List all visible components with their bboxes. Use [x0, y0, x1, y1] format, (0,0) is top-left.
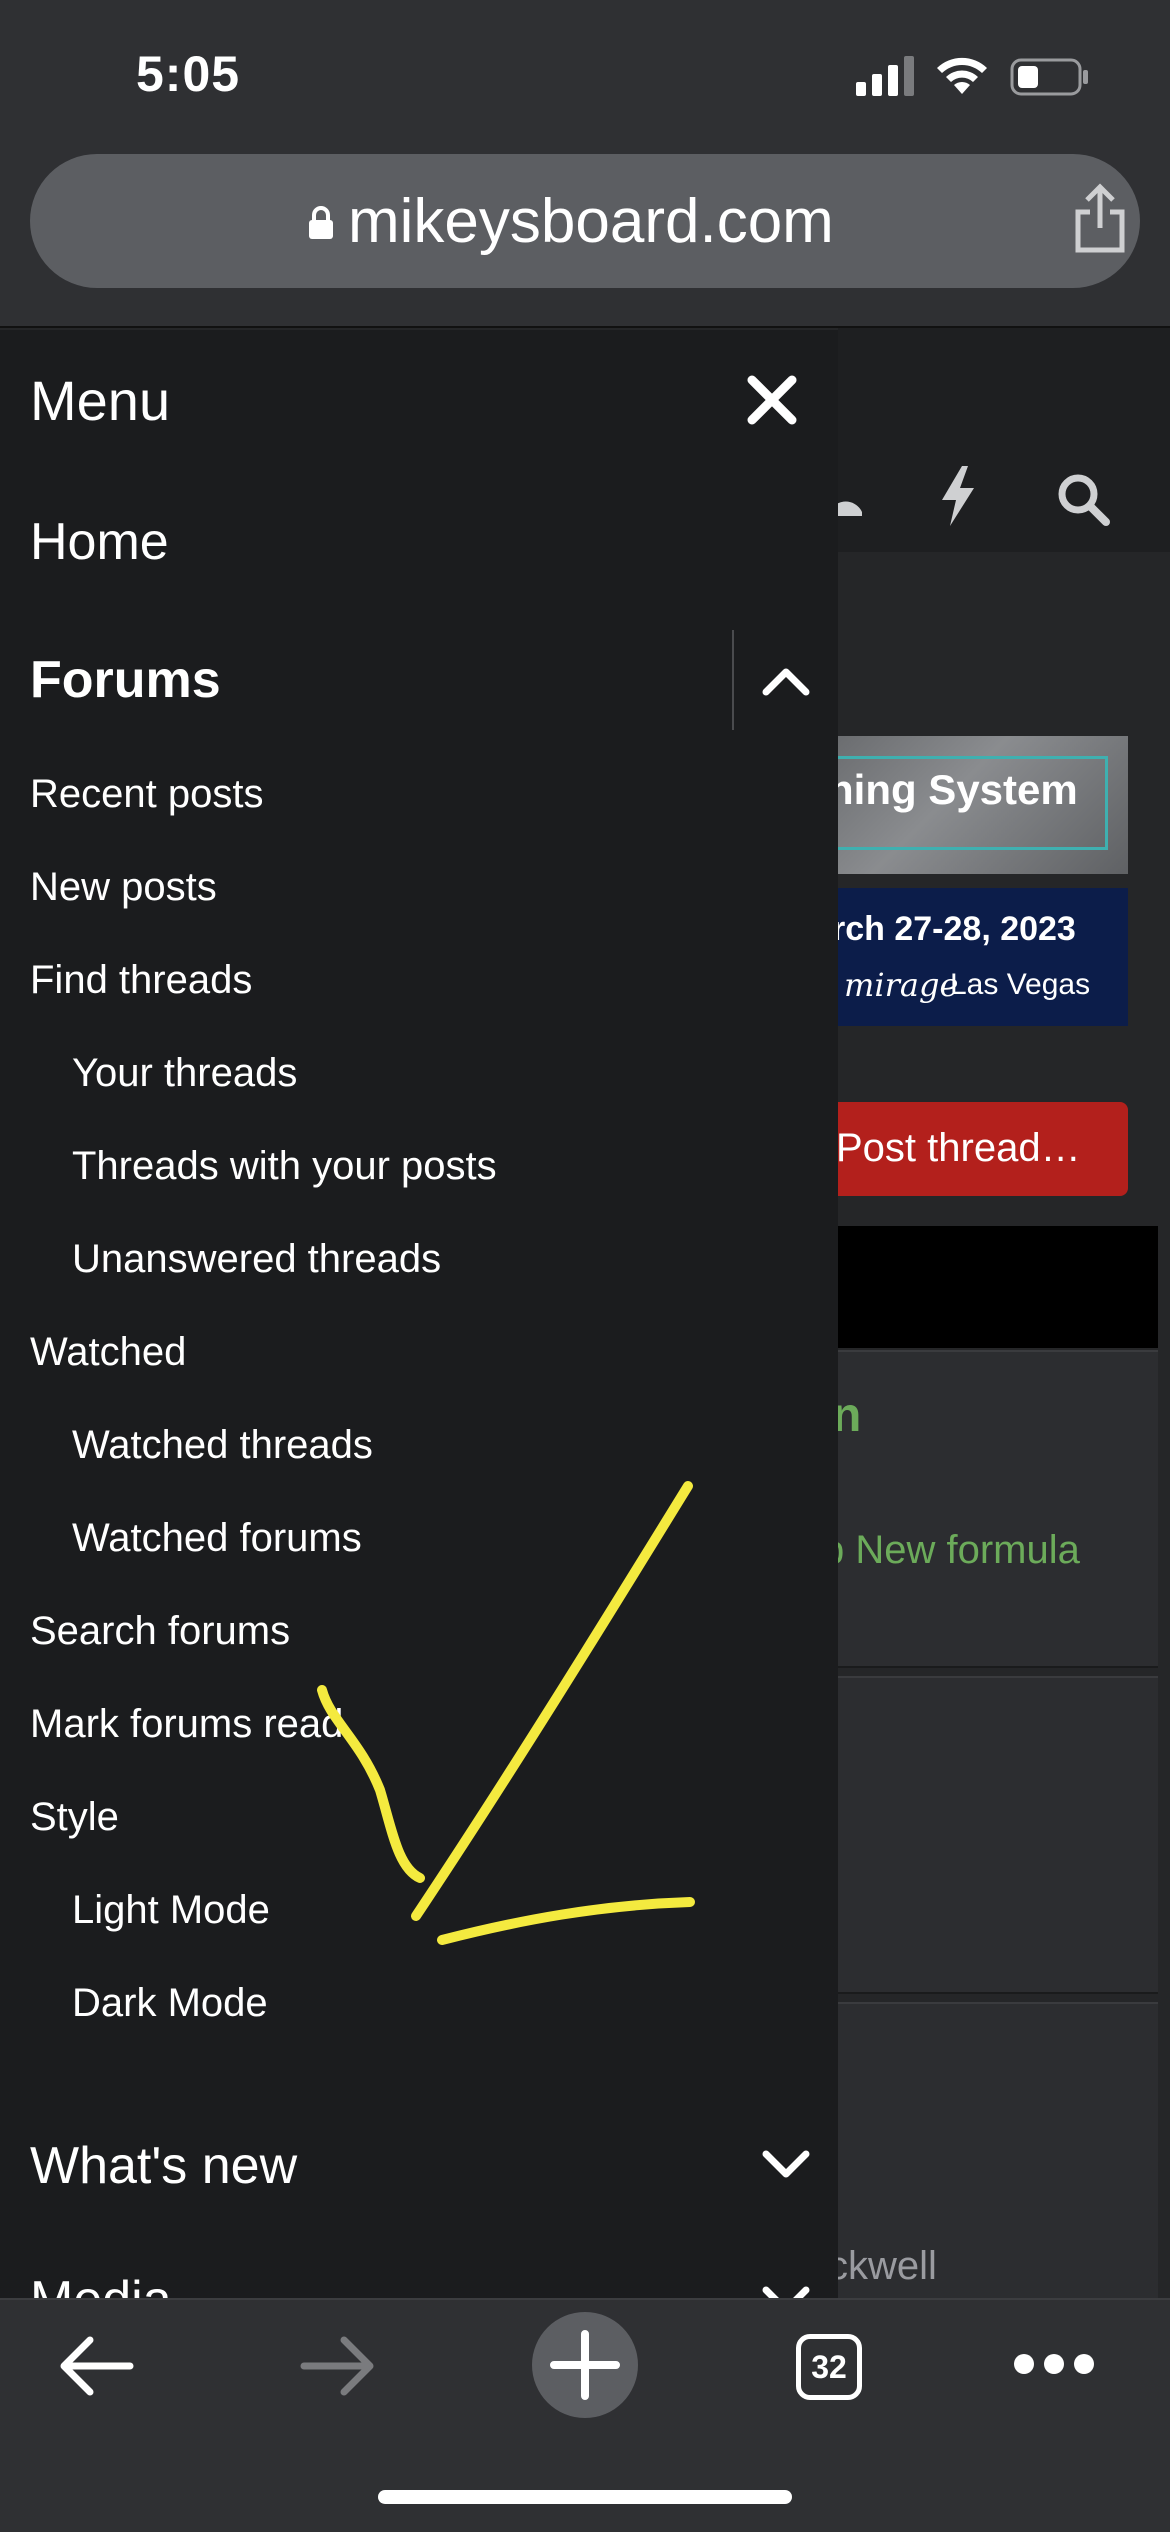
- menu-item-search-forums[interactable]: Search forums: [30, 1609, 290, 1654]
- page-header-strip: [838, 328, 1170, 432]
- menu-item-unanswered-threads[interactable]: Unanswered threads: [72, 1237, 441, 1282]
- more-options-icon[interactable]: [1012, 2352, 1096, 2376]
- mirage-logo: mirage: [844, 966, 959, 1004]
- chevron-down-icon[interactable]: [758, 2144, 814, 2184]
- menu-item-find-threads[interactable]: Find threads: [30, 958, 252, 1003]
- home-indicator[interactable]: [378, 2490, 792, 2504]
- browser-address-area: mikeysboard.com: [0, 150, 1170, 328]
- status-time: 5:05: [136, 46, 241, 102]
- menu-item-style[interactable]: Style: [30, 1795, 119, 1840]
- menu-item-your-threads[interactable]: Your threads: [72, 1051, 297, 1096]
- chevron-down-icon[interactable]: [758, 2280, 814, 2298]
- back-arrow-icon[interactable]: [58, 2334, 134, 2398]
- banner2-location: Las Vegas: [950, 968, 1091, 1001]
- user-icon[interactable]: [838, 476, 862, 516]
- page-nav-icons: [838, 432, 1170, 552]
- side-menu: Menu Home Forums Recent posts New posts …: [0, 330, 838, 2298]
- tabs-count-button[interactable]: 32: [796, 2334, 862, 2400]
- menu-item-media[interactable]: Media: [30, 2270, 172, 2298]
- url-text: mikeysboard.com: [348, 187, 834, 256]
- ad-banner-1[interactable]: ning System: [838, 736, 1128, 874]
- menu-item-watched-threads[interactable]: Watched threads: [72, 1423, 373, 1468]
- close-icon[interactable]: [746, 374, 798, 426]
- status-bar: 5:05: [0, 0, 1170, 150]
- bolt-icon[interactable]: [938, 466, 978, 526]
- menu-item-whats-new[interactable]: What's new: [30, 2136, 297, 2196]
- forum-card[interactable]: n p New formula: [822, 1350, 1158, 1668]
- menu-item-new-posts[interactable]: New posts: [30, 865, 217, 910]
- menu-title: Menu: [30, 369, 171, 432]
- menu-item-home[interactable]: Home: [30, 512, 169, 572]
- chevron-up-icon[interactable]: [758, 660, 814, 700]
- card-link-text[interactable]: p New formula: [822, 1528, 1080, 1573]
- lock-icon: [309, 206, 333, 239]
- menu-item-threads-with-your-posts[interactable]: Threads with your posts: [72, 1144, 497, 1189]
- url-bar[interactable]: mikeysboard.com: [30, 154, 1140, 288]
- forum-card[interactable]: ckwell: [828, 2002, 1158, 2302]
- share-icon[interactable]: [1070, 182, 1130, 254]
- new-tab-plus-icon[interactable]: [530, 2310, 640, 2420]
- ad-banner-2[interactable]: rch 27-28, 2023 mirage Las Vegas: [838, 888, 1128, 1026]
- forum-card[interactable]: [838, 1676, 1158, 1994]
- menu-item-watched-forums[interactable]: Watched forums: [72, 1516, 362, 1561]
- wifi-icon: [937, 57, 987, 94]
- menu-item-light-mode[interactable]: Light Mode: [72, 1888, 270, 1933]
- card-author-fragment: ckwell: [828, 2244, 937, 2288]
- cellular-signal-icon: [856, 56, 914, 96]
- menu-item-mark-forums-read[interactable]: Mark forums read: [30, 1702, 343, 1747]
- section-header: [838, 1226, 1158, 1348]
- post-thread-button[interactable]: Post thread…: [800, 1102, 1128, 1196]
- banner1-text: ning System: [838, 766, 1078, 813]
- search-icon[interactable]: [1056, 472, 1110, 526]
- menu-item-forums[interactable]: Forums: [30, 650, 221, 710]
- banner2-date: rch 27-28, 2023: [838, 910, 1076, 948]
- menu-divider: [732, 630, 734, 730]
- menu-item-dark-mode[interactable]: Dark Mode: [72, 1981, 268, 2026]
- forward-arrow-icon[interactable]: [300, 2334, 376, 2398]
- menu-item-recent-posts[interactable]: Recent posts: [30, 772, 263, 817]
- menu-item-watched[interactable]: Watched: [30, 1330, 186, 1375]
- battery-icon: [1010, 58, 1088, 96]
